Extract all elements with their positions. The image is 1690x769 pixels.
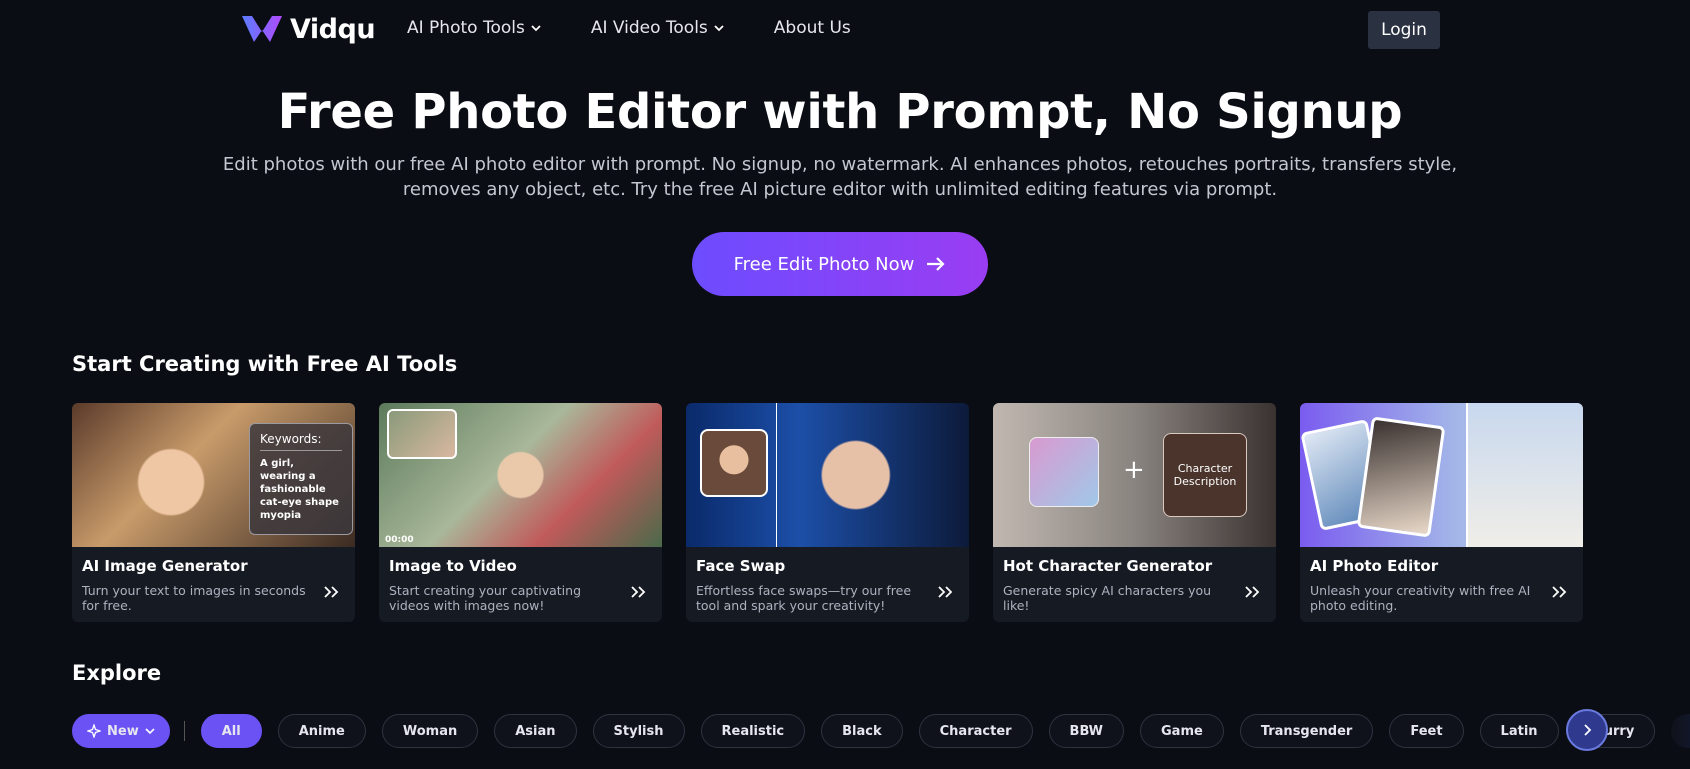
logo-icon: [242, 16, 282, 42]
explore-heading: Explore: [72, 661, 162, 685]
card-title: Image to Video: [389, 557, 517, 575]
new-label: New: [107, 723, 139, 739]
split-line: [776, 403, 777, 547]
nav-ai-photo-tools[interactable]: AI Photo Tools: [407, 18, 541, 38]
new-filter-dropdown[interactable]: New: [72, 714, 170, 748]
chip-latin[interactable]: Latin: [1479, 714, 1559, 748]
logo-text: Vidqu: [290, 13, 376, 45]
chip-transgender[interactable]: Transgender: [1239, 714, 1374, 748]
card-image: [1300, 403, 1583, 547]
character-description-box: Character Description: [1163, 433, 1247, 517]
face-thumbnail: [700, 429, 768, 497]
double-chevron-right-icon: [1552, 586, 1567, 598]
card-image: + Character Description: [993, 403, 1276, 547]
tools-heading: Start Creating with Free AI Tools: [72, 352, 458, 376]
card-image: Keywords: A girl, wearing a fashionable …: [72, 403, 355, 547]
card-title: Hot Character Generator: [1003, 557, 1213, 575]
chip-woman[interactable]: Woman: [381, 714, 479, 748]
keywords-text: A girl, wearing a fashionable cat-eye sh…: [260, 458, 339, 521]
chip-all[interactable]: All: [200, 714, 262, 748]
nav-ai-video-tools[interactable]: AI Video Tools: [591, 18, 724, 38]
double-chevron-right-icon: [1245, 586, 1260, 598]
chevron-right-icon: [1584, 724, 1592, 736]
hero-subtitle: Edit photos with our free AI photo edito…: [222, 154, 1458, 200]
nav-about-us-label: About Us: [773, 18, 851, 38]
tools-card-list: Keywords: A girl, wearing a fashionable …: [72, 403, 1583, 622]
chip-anime[interactable]: Anime: [277, 714, 366, 748]
chip-game[interactable]: Game: [1140, 714, 1224, 748]
plus-icon: +: [1123, 455, 1145, 485]
scroll-right-button[interactable]: [1566, 709, 1608, 751]
free-edit-photo-button[interactable]: Free Edit Photo Now: [692, 232, 988, 296]
double-chevron-right-icon: [324, 586, 339, 598]
card-ai-photo-editor[interactable]: AI Photo Editor Unleash your creativity …: [1300, 403, 1583, 622]
card-desc: Unleash your creativity with free AI pho…: [1310, 583, 1531, 613]
card-title: Face Swap: [696, 557, 786, 575]
chip-asian[interactable]: Asian: [494, 714, 577, 748]
chip-bbw[interactable]: BBW: [1048, 714, 1124, 748]
card-image: 00:00: [379, 403, 662, 547]
chip-overflow-fade: [1671, 714, 1690, 748]
video-time: 00:00: [385, 535, 414, 545]
chip-realistic[interactable]: Realistic: [700, 714, 806, 748]
login-button[interactable]: Login: [1368, 11, 1440, 49]
nav-about-us[interactable]: About Us: [774, 18, 851, 38]
keywords-box: Keywords: A girl, wearing a fashionable …: [249, 423, 353, 535]
logo[interactable]: Vidqu: [240, 12, 376, 46]
chip-character[interactable]: Character: [918, 714, 1033, 748]
nav-ai-video-tools-label: AI Video Tools: [590, 18, 708, 38]
explore-filter-bar: New All Anime Woman Asian Stylish Realis…: [72, 714, 1690, 748]
card-hot-character-generator[interactable]: + Character Description Hot Character Ge…: [993, 403, 1276, 622]
card-desc: Generate spicy AI characters you like!: [1003, 583, 1212, 613]
chevron-down-icon: [145, 728, 155, 735]
page-title: Free Photo Editor with Prompt, No Signup: [277, 84, 1403, 140]
character-thumbnail: [1029, 437, 1099, 507]
card-face-swap[interactable]: Face Swap Effortless face swaps—try our …: [686, 403, 969, 622]
card-desc: Start creating your captivating videos w…: [389, 583, 582, 613]
chip-black[interactable]: Black: [821, 714, 903, 748]
card-image: [686, 403, 969, 547]
double-chevron-right-icon: [631, 586, 646, 598]
thumbnail: [387, 409, 457, 459]
card-ai-image-generator[interactable]: Keywords: A girl, wearing a fashionable …: [72, 403, 355, 622]
chip-stylish[interactable]: Stylish: [592, 714, 685, 748]
arrow-right-icon: [927, 257, 945, 271]
card-image-to-video[interactable]: 00:00 Image to Video Start creating your…: [379, 403, 662, 622]
photo-thumbnail: [1356, 416, 1446, 538]
cta-label: Free Edit Photo Now: [733, 253, 915, 275]
card-desc: Effortless face swaps—try our free tool …: [696, 583, 912, 613]
card-title: AI Image Generator: [82, 557, 248, 575]
card-desc: Turn your text to images in seconds for …: [82, 583, 306, 613]
card-title: AI Photo Editor: [1310, 557, 1439, 575]
keywords-label: Keywords:: [260, 432, 342, 451]
chip-feet[interactable]: Feet: [1389, 714, 1464, 748]
photo-result: [1466, 403, 1583, 547]
divider: [183, 721, 185, 741]
top-nav: Vidqu AI Photo Tools AI Video Tools Abou…: [0, 0, 1690, 58]
chevron-down-icon: [531, 25, 541, 32]
chevron-down-icon: [714, 25, 724, 32]
sparkle-icon: [87, 724, 101, 738]
nav-ai-photo-tools-label: AI Photo Tools: [407, 18, 525, 38]
double-chevron-right-icon: [938, 586, 953, 598]
